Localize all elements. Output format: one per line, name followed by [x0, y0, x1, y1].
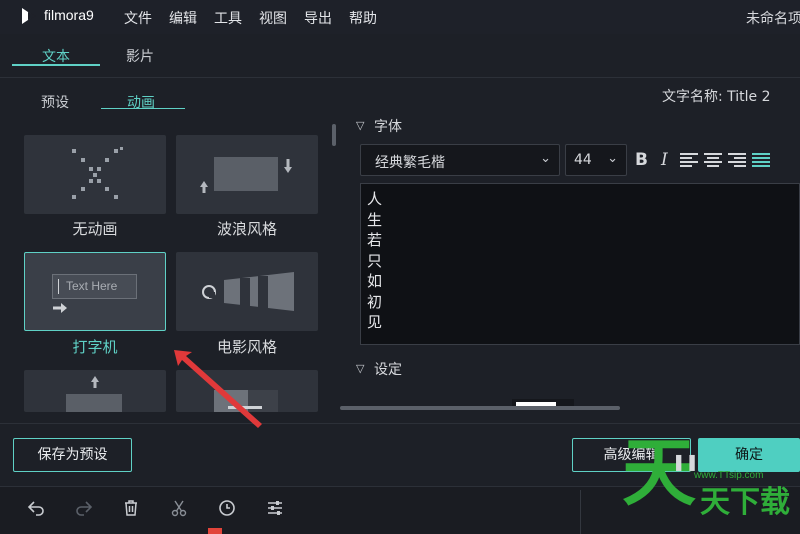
chevron-down-icon: ⌄ [540, 151, 551, 166]
align-center-icon[interactable] [704, 153, 722, 167]
settings-section-title: 设定 [374, 362, 402, 378]
italic-button[interactable]: I [661, 150, 668, 170]
text-name-label: 文字名称: Title 2 [662, 89, 771, 105]
animation-label-typewriter: 打字机 [72, 338, 118, 356]
chevron-down-icon: ⌄ [607, 151, 618, 166]
align-right-icon[interactable] [728, 153, 746, 167]
delete-icon[interactable] [121, 498, 141, 518]
animation-tile-typewriter[interactable]: Text Here [24, 252, 166, 331]
animation-tile-film[interactable] [176, 252, 318, 331]
font-size-value: 44 [574, 152, 592, 168]
subtab-animation-underline [101, 108, 185, 109]
app-name: filmora9 [44, 7, 94, 23]
left-panel-scrollbar[interactable] [332, 124, 336, 146]
tab-text-underline [12, 64, 100, 66]
text-here-preview: Text Here [52, 274, 137, 299]
playhead-marker[interactable] [208, 528, 222, 534]
menu-file[interactable]: 文件 [124, 8, 152, 28]
scissors-icon[interactable] [169, 498, 189, 518]
tab-film[interactable]: 影片 [126, 46, 154, 66]
save-preset-button[interactable]: 保存为预设 [13, 438, 132, 472]
sliders-icon[interactable] [265, 498, 285, 518]
toolbar-divider [580, 490, 581, 534]
font-family-value: 经典繁毛楷 [375, 155, 445, 171]
filmora-logo-icon [22, 8, 36, 24]
bold-button[interactable]: B [635, 150, 648, 170]
animation-tile-none[interactable] [24, 135, 166, 214]
text-content: 人 生 若 只 如 初 见 [367, 190, 383, 331]
tab-text[interactable]: 文本 [42, 46, 70, 66]
watermark-url: www.TTsip.com [694, 470, 764, 481]
text-cursor [58, 279, 59, 294]
redo-icon[interactable] [74, 498, 94, 518]
watermark-logo: 天 [622, 430, 696, 516]
align-justify-icon[interactable] [752, 153, 770, 167]
font-family-select[interactable]: 经典繁毛楷 ⌄ [360, 144, 560, 176]
animation-tile-rise[interactable] [24, 370, 166, 412]
divider [0, 423, 800, 424]
pause-icon: ❚❚ [672, 452, 699, 471]
collapse-font-icon[interactable]: ▽ [356, 119, 364, 132]
menu-edit[interactable]: 编辑 [169, 8, 197, 28]
animation-tile-wave[interactable] [176, 135, 318, 214]
title-bar: filmora9 文件 编辑 工具 视图 导出 帮助 未命名项 [0, 0, 800, 34]
no-animation-icon [72, 147, 123, 199]
font-size-select[interactable]: 44 ⌄ [565, 144, 627, 176]
text-content-area[interactable]: 人 生 若 只 如 初 见 [360, 183, 800, 345]
film-style-icon [202, 272, 294, 311]
preview-text: Text Here [66, 279, 118, 293]
right-panel-scrollbar[interactable] [340, 406, 620, 410]
menu-export[interactable]: 导出 [304, 8, 332, 28]
animation-label-none: 无动画 [72, 220, 118, 238]
align-left-icon[interactable] [680, 153, 698, 167]
document-title: 未命名项 [746, 11, 800, 27]
confirm-button[interactable]: 确定 [698, 438, 800, 472]
clock-icon[interactable] [217, 498, 237, 518]
undo-icon[interactable] [26, 498, 46, 518]
rise-style-icon [66, 376, 122, 412]
watermark-text: 天下载 [700, 485, 790, 520]
wave-style-icon [200, 157, 292, 193]
menu-view[interactable]: 视图 [259, 8, 287, 28]
animation-label-wave: 波浪风格 [216, 220, 277, 238]
menu-help[interactable]: 帮助 [349, 8, 377, 28]
font-section-title: 字体 [374, 119, 402, 135]
main-tabs [0, 34, 800, 78]
collapse-settings-icon[interactable]: ▽ [356, 362, 364, 375]
annotation-arrow-icon [174, 350, 262, 428]
arrow-right-icon [53, 303, 67, 313]
text-name-value: Title 2 [727, 89, 771, 105]
subtab-animation[interactable]: 动画 [127, 92, 155, 112]
menu-tools[interactable]: 工具 [214, 8, 242, 28]
subtab-presets[interactable]: 预设 [41, 92, 69, 112]
